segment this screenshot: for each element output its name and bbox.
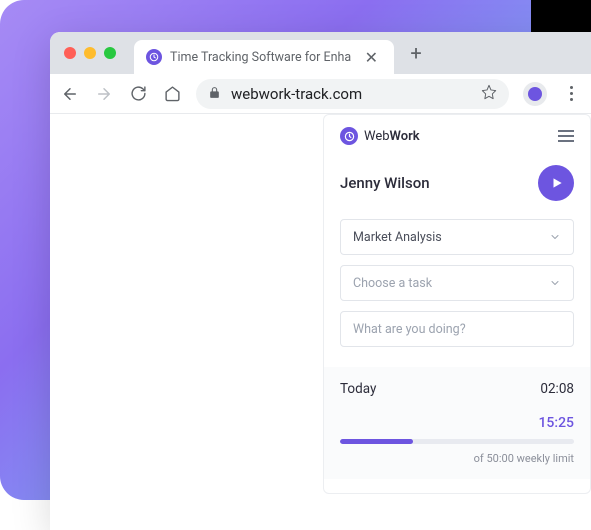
- browser-address-bar: webwork-track.com: [50, 74, 591, 114]
- project-select-value: Market Analysis: [353, 230, 442, 245]
- start-timer-button[interactable]: [538, 165, 574, 201]
- url-text: webwork-track.com: [231, 85, 471, 103]
- progress-bar: [340, 439, 574, 444]
- widget-stats: Today 02:08 15:25 of 50:00 weekly limit: [324, 367, 590, 479]
- reload-button[interactable]: [128, 84, 148, 104]
- widget-form: Market Analysis Choose a task: [324, 219, 590, 347]
- close-window-icon[interactable]: [64, 47, 76, 59]
- bookmark-icon[interactable]: [481, 84, 497, 104]
- tracker-widget: WebWork Jenny Wilson Market Analysis: [323, 114, 591, 494]
- maximize-window-icon[interactable]: [104, 47, 116, 59]
- task-select[interactable]: Choose a task: [340, 265, 574, 301]
- logo-text: WebWork: [364, 129, 420, 144]
- today-row: Today 02:08: [340, 381, 574, 397]
- weekly-progress: 15:25 of 50:00 weekly limit: [340, 415, 574, 465]
- activity-input[interactable]: [340, 311, 574, 347]
- new-tab-button[interactable]: +: [402, 39, 430, 67]
- close-tab-icon[interactable]: ✕: [361, 48, 382, 67]
- page-content: WebWork Jenny Wilson Market Analysis: [50, 114, 591, 530]
- widget-menu-button[interactable]: [558, 130, 574, 142]
- project-select[interactable]: Market Analysis: [340, 219, 574, 255]
- tab-title: Time Tracking Software for Enha: [170, 50, 353, 65]
- back-button[interactable]: [60, 84, 80, 104]
- lock-icon: [208, 84, 221, 103]
- profile-button[interactable]: [523, 82, 547, 106]
- widget-logo: WebWork: [340, 127, 420, 145]
- window-controls: [64, 47, 116, 59]
- task-select-placeholder: Choose a task: [353, 276, 432, 291]
- progress-fill: [340, 439, 413, 444]
- today-label: Today: [340, 381, 376, 397]
- profile-avatar-icon: [528, 87, 542, 101]
- favicon-icon: [146, 49, 162, 65]
- browser-tab-bar: Time Tracking Software for Enha ✕ +: [50, 32, 591, 74]
- forward-button[interactable]: [94, 84, 114, 104]
- chevron-down-icon: [549, 228, 561, 247]
- home-button[interactable]: [162, 84, 182, 104]
- user-name: Jenny Wilson: [340, 174, 430, 192]
- browser-menu-button[interactable]: [561, 84, 581, 104]
- week-time: 15:25: [340, 415, 574, 431]
- url-field[interactable]: webwork-track.com: [196, 79, 509, 109]
- widget-header: WebWork: [324, 127, 590, 155]
- minimize-window-icon[interactable]: [84, 47, 96, 59]
- chevron-down-icon: [549, 274, 561, 293]
- browser-tab[interactable]: Time Tracking Software for Enha ✕: [134, 40, 394, 74]
- today-time: 02:08: [540, 381, 574, 397]
- browser-window: Time Tracking Software for Enha ✕ + webw…: [50, 32, 591, 530]
- logo-icon: [340, 127, 358, 145]
- widget-user-row: Jenny Wilson: [324, 155, 590, 219]
- weekly-limit-label: of 50:00 weekly limit: [340, 452, 574, 465]
